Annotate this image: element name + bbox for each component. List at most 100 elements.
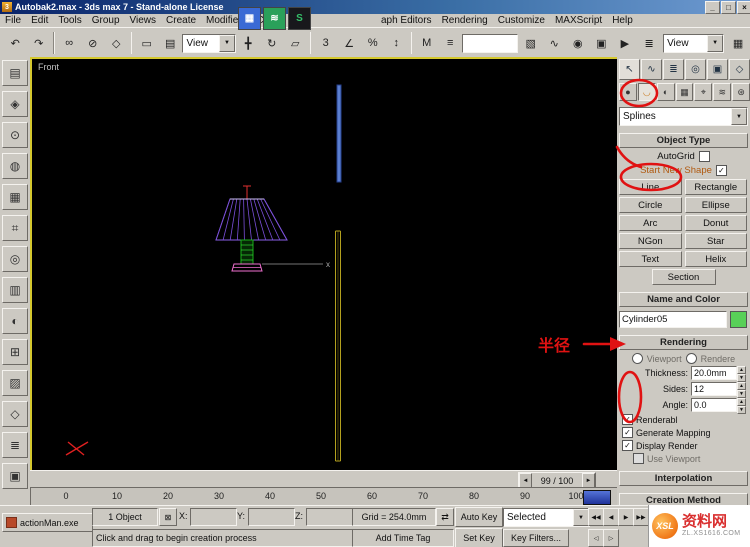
section-button[interactable]: Section [651, 269, 716, 285]
tab-display[interactable]: ▣ [707, 59, 728, 80]
generate-mapping-checkbox[interactable]: ✓ [622, 427, 633, 438]
thickness-field[interactable]: 20.0mm [691, 366, 737, 380]
category-cameras[interactable]: ▦ [675, 83, 694, 101]
category-helpers[interactable]: ⌖ [694, 83, 713, 101]
menu-item-customize[interactable]: Customize [493, 15, 550, 26]
track-bar[interactable]: 0 10 20 30 40 50 60 70 80 90 100 [30, 487, 619, 507]
thickness-spinner[interactable]: ▲ ▼ [737, 366, 746, 382]
material-editor-icon[interactable]: ◉ [566, 31, 590, 55]
coord-system-dropdown[interactable]: View ▼ [182, 33, 236, 53]
lamp-stand[interactable] [240, 239, 254, 265]
render-scene-icon[interactable]: ▣ [590, 31, 613, 55]
move-icon[interactable]: ╋ [236, 31, 260, 55]
rollout-rendering[interactable]: Rendering [619, 335, 748, 350]
renderable-checkbox[interactable]: ✓ [622, 414, 633, 425]
object-color-swatch[interactable] [730, 311, 747, 328]
add-time-tag[interactable]: Add Time Tag [352, 529, 454, 547]
viewport-canvas[interactable]: x [32, 59, 615, 468]
ngon-button[interactable]: NGon [619, 233, 682, 249]
align-icon[interactable]: ≡ [438, 31, 462, 55]
left-tool-icon-7[interactable]: ◎ [2, 246, 28, 272]
angle-field[interactable]: 0.0 [691, 398, 737, 412]
ellipse-button[interactable]: Ellipse [684, 197, 747, 213]
rollout-object-type[interactable]: Object Type [619, 133, 748, 148]
viewport-label[interactable]: Front [38, 62, 59, 72]
z-coordinate-field[interactable] [306, 508, 353, 526]
category-spacewarps[interactable]: ≋ [713, 83, 732, 101]
menu-item-tools[interactable]: Tools [53, 15, 86, 26]
y-coordinate-field[interactable] [248, 508, 295, 526]
angle-snap-icon[interactable]: ∠ [337, 31, 361, 55]
curve-editor-icon[interactable]: ∿ [543, 31, 566, 55]
donut-button[interactable]: Donut [684, 215, 747, 231]
menu-item-rendering[interactable]: Rendering [437, 15, 493, 26]
menu-item-edit[interactable]: Edit [26, 15, 53, 26]
left-tool-icon-6[interactable]: ⌗ [2, 215, 28, 241]
text-button[interactable]: Text [619, 251, 682, 267]
tab-hierarchy[interactable]: ≣ [663, 59, 684, 80]
offset-mode-icon[interactable]: ⇄ [436, 508, 454, 526]
category-shapes[interactable]: ◡ [637, 83, 656, 101]
rotate-icon[interactable]: ↻ [260, 31, 283, 55]
set-key-button[interactable]: Set Key [455, 528, 503, 547]
tab-utilities[interactable]: ◇ [729, 59, 750, 80]
viewport-radio[interactable] [631, 353, 643, 364]
menu-item-create[interactable]: Create [161, 15, 201, 26]
menu-item-graph-editors[interactable]: aph Editors [376, 15, 437, 26]
renderer-radio[interactable] [685, 353, 697, 364]
render-type-dropdown[interactable]: View ▼ [663, 33, 725, 53]
region-select-icon[interactable]: ▭ [135, 31, 158, 55]
tab-motion[interactable]: ◎ [685, 59, 706, 80]
yellow-cylinder-spline[interactable] [335, 230, 341, 462]
selection-lock-icon[interactable]: ⊠ [159, 508, 177, 526]
spinner-snap-icon[interactable]: ↕ [385, 31, 408, 55]
taskbar-item[interactable]: actionMan.exe [2, 513, 93, 532]
object-name-field[interactable]: Cylinder05 [619, 311, 727, 328]
frame-display[interactable]: 99 / 100 [532, 473, 582, 488]
menu-item-file[interactable]: File [0, 15, 26, 26]
left-tool-icon-12[interactable]: ◇ [2, 401, 28, 427]
scale-icon[interactable]: ▱ [284, 31, 307, 55]
helix-button[interactable]: Helix [684, 251, 747, 267]
minimize-button[interactable]: _ [705, 0, 720, 14]
key-filters-button[interactable]: Key Filters... [503, 529, 569, 547]
snap-toggle-icon[interactable]: 3 [314, 31, 337, 55]
left-tool-icon-14[interactable]: ▣ [2, 463, 28, 489]
unlink-icon[interactable]: ⊘ [81, 31, 104, 55]
category-lights[interactable]: ◐ [656, 83, 675, 101]
menu-item-views[interactable]: Views [125, 15, 162, 26]
left-tool-icon-3[interactable]: ⊙ [2, 122, 28, 148]
use-viewport-checkbox[interactable] [633, 453, 644, 464]
rollout-name-and-color[interactable]: Name and Color [619, 292, 748, 307]
track-view-icon[interactable]: ▦ [726, 31, 750, 55]
menu-item-maxscript[interactable]: MAXScript [550, 15, 607, 26]
spline-type-dropdown[interactable]: Splines ▼ [619, 107, 748, 126]
mirror-icon[interactable]: M [415, 31, 438, 55]
left-tool-icon-11[interactable]: ▨ [2, 370, 28, 396]
left-tool-icon-9[interactable]: ◐ [2, 308, 28, 334]
prev-frame-icon[interactable]: ◄ [519, 473, 532, 488]
tab-modify[interactable]: ∿ [641, 59, 662, 80]
close-button[interactable]: × [737, 0, 750, 14]
rollout-interpolation[interactable]: Interpolation [619, 471, 748, 486]
bind-spacewarp-icon[interactable]: ◇ [105, 31, 128, 55]
left-tool-icon-4[interactable]: ◍ [2, 153, 28, 179]
maximize-button[interactable]: □ [721, 0, 736, 14]
viewport-front[interactable]: Front x [30, 57, 621, 474]
chevron-down-icon[interactable]: ▼ [731, 108, 747, 125]
select-by-name-icon[interactable]: ▤ [158, 31, 182, 55]
x-coordinate-field[interactable] [190, 508, 237, 526]
quick-render-icon[interactable]: ▶ [613, 31, 637, 55]
category-geometry[interactable]: ● [619, 83, 637, 101]
start-new-shape-checkbox[interactable]: ✓ [715, 165, 727, 176]
named-sets-icon[interactable]: ≣ [637, 31, 662, 55]
angle-spinner[interactable]: ▲ ▼ [737, 398, 746, 414]
tab-create[interactable]: ↖ [619, 59, 640, 80]
menu-item-group[interactable]: Group [87, 15, 125, 26]
rectangle-button[interactable]: Rectangle [684, 179, 747, 195]
redo-icon[interactable]: ↷ [27, 31, 51, 55]
autogrid-checkbox[interactable] [698, 151, 710, 162]
arc-button[interactable]: Arc [619, 215, 682, 231]
left-tool-icon-1[interactable]: ▤ [2, 60, 28, 86]
key-filter-dropdown[interactable]: Selected ▼ [503, 508, 590, 527]
